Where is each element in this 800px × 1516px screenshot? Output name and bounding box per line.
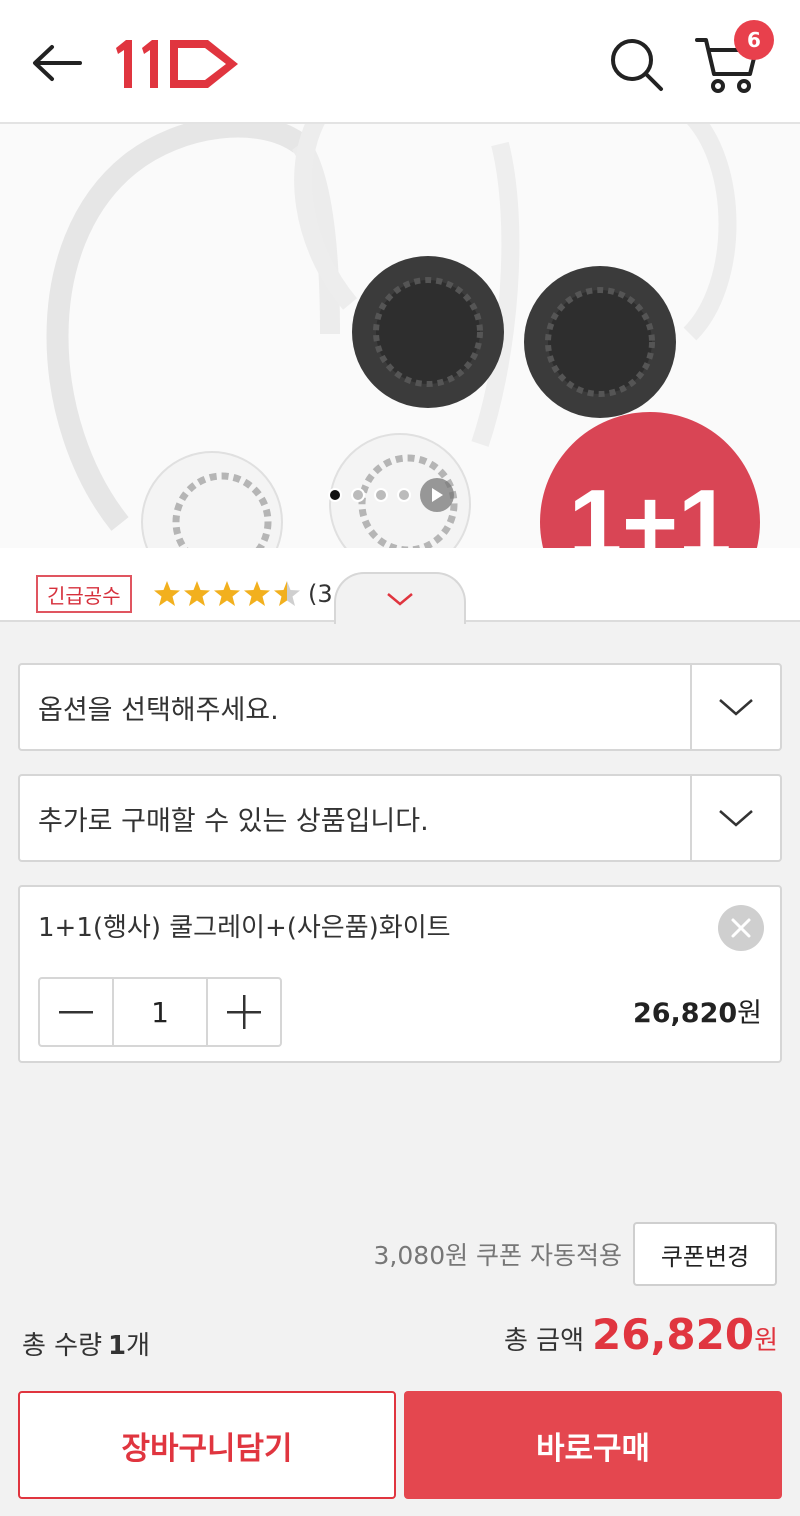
option-select-label: 옵션을 선택해주세요. [38,694,279,726]
coupon-auto-applied-text: 3,080원 쿠폰 자동적용 [373,1241,622,1270]
option-select[interactable]: 옵션을 선택해주세요. [18,663,782,751]
carousel-indicators [328,478,454,512]
close-icon [731,918,751,938]
increase-quantity-button[interactable] [208,979,280,1045]
total-amount-label: 총 금액 [503,1326,584,1356]
remove-item-button[interactable] [718,905,764,951]
add-to-cart-button[interactable]: 장바구니담기 [18,1391,396,1499]
quantity-value[interactable]: 1 [112,979,208,1045]
total-quantity: 총 수량 1개 [22,1320,150,1366]
carousel-dot[interactable] [374,488,388,502]
total-quantity-value: 1 [108,1330,127,1361]
item-price-unit: 원 [737,998,762,1029]
chevron-down-icon [719,699,753,716]
decrease-quantity-button[interactable] [40,979,112,1045]
total-quantity-label: 총 수량 [22,1330,103,1361]
plus-icon [227,995,261,1029]
search-icon[interactable] [606,34,666,94]
item-price-value: 26,820 [632,998,738,1029]
chevron-down-icon [387,593,413,606]
addon-select-toggle[interactable] [690,776,780,860]
back-arrow-icon[interactable] [28,38,84,88]
review-count[interactable]: (3 [308,576,333,612]
rating-stars [152,576,302,612]
carousel-dot[interactable] [397,488,411,502]
play-video-button[interactable] [420,478,454,512]
total-amount: 총 금액 26,820원 [504,1310,778,1370]
total-quantity-unit: 개 [126,1330,151,1361]
addon-select[interactable]: 추가로 구매할 수 있는 상품입니다. [18,774,782,862]
star-icon [154,581,300,606]
app-header: 6 [0,0,800,124]
buy-now-button[interactable]: 바로구매 [404,1391,782,1499]
change-coupon-button[interactable]: 쿠폰변경 [633,1222,777,1286]
carousel-dot[interactable] [351,488,365,502]
promo-badge-text: 1+1 [569,470,732,548]
logo[interactable] [112,34,242,92]
cart-count-badge: 6 [734,20,774,60]
selected-item-name: 1+1(행사) 쿨그레이+(사은품)화이트 [38,913,451,943]
selected-item-card: 1+1(행사) 쿨그레이+(사은품)화이트 1 26,820원 [18,885,782,1063]
play-icon [432,488,443,502]
carousel-dot[interactable] [328,488,342,502]
addon-select-label: 추가로 구매할 수 있는 상품입니다. [38,805,429,837]
minus-icon [59,1011,93,1014]
urgent-import-tag: 긴급공수 [36,575,132,613]
option-select-toggle[interactable] [690,665,780,749]
selected-item-price: 26,820원 [633,991,762,1030]
quantity-stepper: 1 [38,977,282,1047]
collapse-options-tab[interactable] [334,572,466,624]
total-amount-value: 26,820 [592,1310,755,1359]
total-amount-unit: 원 [754,1326,778,1356]
chevron-down-icon [719,810,753,827]
